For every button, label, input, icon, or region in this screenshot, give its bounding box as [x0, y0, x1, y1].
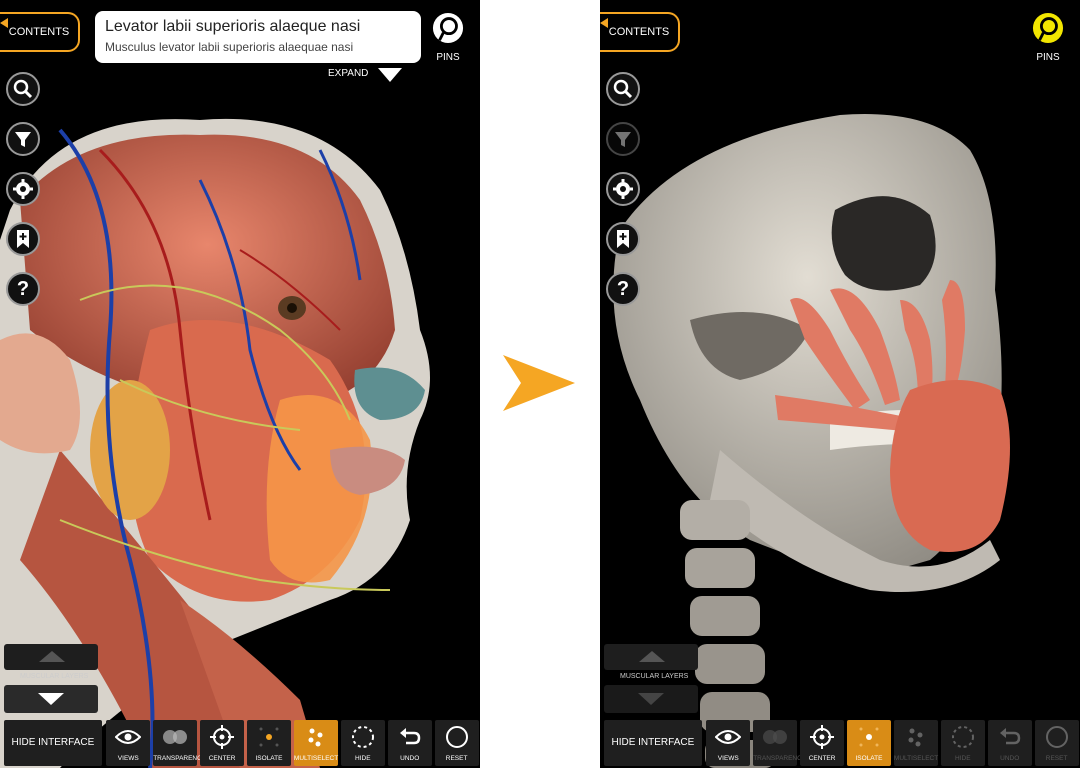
hide-button[interactable]: HIDE: [340, 720, 385, 766]
undo-label: UNDO: [1000, 755, 1020, 762]
pins-label: PINS: [1036, 52, 1060, 63]
filter-icon[interactable]: [606, 122, 640, 156]
layers-up-button[interactable]: [604, 644, 698, 670]
search-icon[interactable]: [606, 72, 640, 106]
contents-label: CONTENTS: [608, 26, 670, 38]
chevron-down-icon: [638, 693, 664, 705]
undo-label: UNDO: [400, 755, 420, 762]
pin-icon: [1032, 12, 1064, 44]
crosshair-icon: [800, 724, 844, 750]
expand-label[interactable]: EXPAND: [328, 68, 368, 79]
multiselect-button[interactable]: MULTISELECT: [293, 720, 339, 766]
contents-button[interactable]: CONTENTS: [600, 12, 680, 52]
transparency-button[interactable]: TRANSPARENCY: [153, 720, 207, 766]
views-label: VIEWS: [717, 755, 739, 762]
transparency-label: TRANSPARENCY: [753, 755, 807, 762]
bookmark-add-icon[interactable]: [606, 222, 640, 256]
multiselect-label: MULTISELECT: [293, 755, 339, 762]
hide-label: HIDE: [955, 755, 971, 762]
bookmark-add-icon[interactable]: [6, 222, 40, 256]
isolate-icon: [247, 724, 291, 750]
dashed-circle-icon: [941, 724, 985, 750]
hide-interface-button[interactable]: HIDE INTERFACE: [604, 720, 702, 766]
pin-icon: [432, 12, 464, 44]
center-button[interactable]: CENTER: [200, 720, 244, 766]
layers-down-button[interactable]: [604, 685, 698, 713]
search-icon[interactable]: [6, 72, 40, 106]
eye-icon: [706, 724, 750, 750]
hide-label: HIDE: [355, 755, 371, 762]
contents-button[interactable]: CONTENTS: [0, 12, 80, 52]
bottom-toolbar: HIDE INTERFACE VIEWS TRANSPARENCY CENTER…: [0, 718, 480, 768]
gear-icon[interactable]: [6, 172, 40, 206]
crosshair-icon: [200, 724, 244, 750]
gear-icon[interactable]: [606, 172, 640, 206]
side-toolbar: ?: [606, 72, 642, 322]
layers-label: MUSCULAR LAYERS: [20, 673, 89, 680]
app-screen-before: CONTENTS Levator labii superioris alaequ…: [0, 0, 480, 768]
transparency-icon: [153, 724, 197, 750]
hide-interface-button[interactable]: HIDE INTERFACE: [4, 720, 102, 766]
views-button[interactable]: VIEWS: [106, 720, 151, 766]
layers-down-button[interactable]: [4, 685, 98, 713]
help-icon[interactable]: ?: [6, 272, 40, 306]
structure-name: Levator labii superioris alaeque nasi: [105, 18, 361, 35]
back-arrow-icon: [0, 18, 8, 28]
structure-name-card[interactable]: Levator labii superioris alaeque nasi Mu…: [95, 11, 421, 63]
isolate-icon: [847, 724, 891, 750]
multiselect-label: MULTISELECT: [893, 755, 939, 762]
transition-arrow-icon: [503, 355, 575, 411]
pins-button[interactable]: PINS: [1028, 12, 1068, 63]
back-arrow-icon: [600, 18, 608, 28]
multiselect-icon: [894, 724, 938, 750]
bottom-toolbar: HIDE INTERFACE VIEWS TRANSPARENCY CENTER…: [600, 718, 1080, 768]
side-toolbar: ?: [6, 72, 42, 322]
circle-icon: [1035, 724, 1079, 750]
undo-icon: [388, 724, 432, 750]
undo-button[interactable]: UNDO: [987, 720, 1032, 766]
hide-button[interactable]: HIDE: [940, 720, 985, 766]
undo-button[interactable]: UNDO: [387, 720, 432, 766]
isolate-label: ISOLATE: [255, 755, 283, 762]
multiselect-icon: [294, 724, 338, 750]
undo-icon: [988, 724, 1032, 750]
app-screen-after: CONTENTS PINS ? MUSCULAR LAYERS HIDE INT…: [600, 0, 1080, 768]
views-button[interactable]: VIEWS: [706, 720, 751, 766]
circle-icon: [435, 724, 479, 750]
transparency-button[interactable]: TRANSPARENCY: [753, 720, 807, 766]
transparency-icon: [753, 724, 797, 750]
isolate-button[interactable]: ISOLATE: [847, 720, 891, 766]
multiselect-button[interactable]: MULTISELECT: [893, 720, 939, 766]
filter-icon[interactable]: [6, 122, 40, 156]
reset-label: RESET: [445, 755, 468, 762]
transparency-label: TRANSPARENCY: [153, 755, 207, 762]
reset-button[interactable]: RESET: [1034, 720, 1079, 766]
contents-label: CONTENTS: [8, 26, 70, 38]
pins-label: PINS: [436, 52, 460, 63]
help-icon[interactable]: ?: [606, 272, 640, 306]
center-label: CENTER: [208, 755, 236, 762]
reset-button[interactable]: RESET: [434, 720, 479, 766]
center-button[interactable]: CENTER: [800, 720, 844, 766]
layers-label: MUSCULAR LAYERS: [620, 673, 689, 680]
views-label: VIEWS: [117, 755, 139, 762]
reset-label: RESET: [1045, 755, 1068, 762]
layers-up-button[interactable]: [4, 644, 98, 670]
structure-latin-name: Musculus levator labii superioris alaequ…: [105, 40, 354, 54]
pins-button[interactable]: PINS: [428, 12, 468, 63]
eye-icon: [106, 724, 150, 750]
chevron-down-icon: [38, 693, 64, 705]
dashed-circle-icon: [341, 724, 385, 750]
center-label: CENTER: [808, 755, 836, 762]
isolate-label: ISOLATE: [855, 755, 883, 762]
expand-chevron-icon[interactable]: [378, 68, 402, 82]
isolate-button[interactable]: ISOLATE: [247, 720, 291, 766]
